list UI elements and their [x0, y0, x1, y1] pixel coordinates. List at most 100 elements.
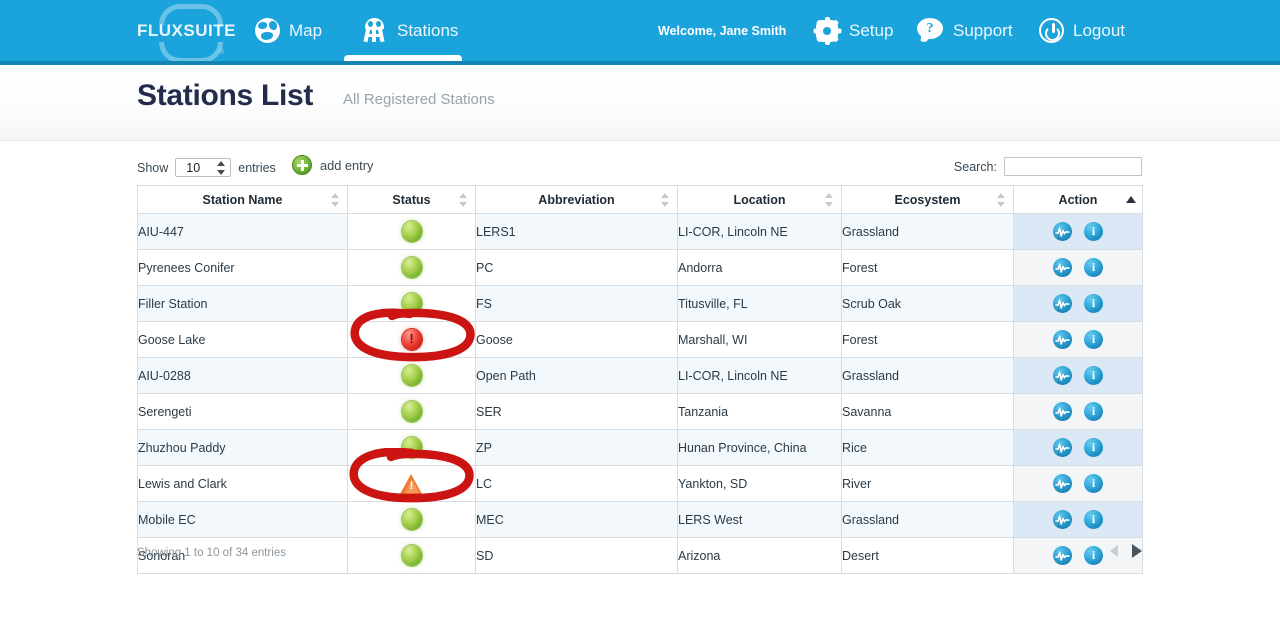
cell-abbreviation: ZP: [475, 429, 678, 466]
sort-arrows-icon: [331, 192, 340, 207]
fluxsuite-logo[interactable]: FLUXSUITE ®: [137, 2, 235, 63]
data-pulse-icon[interactable]: [1053, 330, 1072, 349]
info-icon[interactable]: i: [1084, 366, 1103, 385]
info-icon[interactable]: i: [1084, 510, 1103, 529]
status-ok-icon: [401, 509, 422, 530]
search-label: Search:: [953, 159, 997, 174]
sort-arrows-icon: [459, 192, 468, 207]
info-icon[interactable]: i: [1084, 438, 1103, 457]
info-icon[interactable]: i: [1084, 222, 1103, 241]
nav-item-setup[interactable]: Setup: [808, 0, 899, 61]
table-row[interactable]: AIU-0288 Open Path LI-COR, Lincoln NE Grass…: [137, 357, 1143, 394]
page-length-select[interactable]: 10: [175, 158, 232, 177]
data-pulse-icon[interactable]: [1053, 510, 1072, 529]
pagination-next-button[interactable]: [1132, 544, 1142, 558]
page-length-value: 10: [186, 160, 201, 175]
cell-ecosystem: Scrub Oak: [841, 285, 1014, 322]
data-pulse-icon[interactable]: [1053, 474, 1072, 493]
table-row[interactable]: Pyrenees Conifer PC Andorra Forest i: [137, 249, 1143, 286]
column-header-abbreviation[interactable]: Abbreviation: [475, 185, 678, 214]
cell-location: Yankton, SD: [677, 465, 842, 502]
sort-arrows-icon: [825, 192, 834, 207]
table-toolbar: Show 10 entries add entry Search:: [137, 155, 1142, 181]
cell-action: i: [1013, 393, 1143, 430]
cell-abbreviation: MEC: [475, 501, 678, 538]
cell-abbreviation: SER: [475, 393, 678, 430]
info-icon[interactable]: i: [1084, 402, 1103, 421]
column-label: Abbreviation: [538, 192, 615, 207]
status-ok-icon: [401, 293, 422, 314]
cell-ecosystem: Grassland: [841, 501, 1014, 538]
data-pulse-icon[interactable]: [1053, 438, 1072, 457]
nav-item-stations[interactable]: Stations: [355, 0, 464, 61]
nav-item-logout[interactable]: Logout: [1033, 0, 1131, 61]
cell-action: i: [1013, 249, 1143, 286]
table-row[interactable]: Lewis and Clark! LC Yankton, SD River i: [137, 465, 1143, 502]
cell-ecosystem: River: [841, 465, 1014, 502]
cell-station-name: AIU-447: [137, 213, 348, 250]
globe-icon: [255, 18, 280, 43]
nav-item-logout-label: Logout: [1073, 20, 1125, 40]
column-label: Ecosystem: [894, 192, 961, 207]
info-icon[interactable]: i: [1084, 330, 1103, 349]
search-control: Search:: [954, 157, 1142, 176]
power-icon: [1039, 18, 1064, 43]
table-row[interactable]: Filler Station FS Titusville, FL Scrub Oak i: [137, 285, 1143, 322]
nav-item-map[interactable]: Map: [249, 0, 328, 61]
add-entry-button[interactable]: add entry: [292, 155, 373, 175]
welcome-message: Welcome, Jane Smith: [658, 23, 787, 38]
logo-arc-bottom: [159, 42, 223, 63]
nav-item-setup-label: Setup: [849, 20, 894, 40]
cell-abbreviation: LERS1: [475, 213, 678, 250]
data-pulse-icon[interactable]: [1053, 366, 1072, 385]
cell-location: LERS West: [677, 501, 842, 538]
info-icon[interactable]: i: [1084, 474, 1103, 493]
question-mark-icon: ?: [917, 18, 944, 43]
table-info: Showing 1 to 10 of 34 entries: [137, 547, 286, 559]
data-pulse-icon[interactable]: [1053, 294, 1072, 313]
page-root: FLUXSUITE ® Map Stations Welcome, Jane S…: [0, 0, 1280, 640]
table-footer: Showing 1 to 10 of 34 entries: [137, 544, 1142, 568]
search-input[interactable]: [1004, 157, 1142, 176]
cell-action: i: [1013, 357, 1143, 394]
table-row[interactable]: Mobile EC MEC LERS West Grassland i: [137, 501, 1143, 538]
cell-location: LI-COR, Lincoln NE: [677, 213, 842, 250]
info-icon[interactable]: i: [1084, 294, 1103, 313]
cell-station-name: Filler Station: [137, 285, 348, 322]
sort-ascending-icon: [1126, 195, 1136, 204]
pagination-previous-button[interactable]: [1110, 545, 1118, 557]
column-label: Station Name: [202, 192, 283, 207]
cell-station-name: Zhuzhou Paddy: [137, 429, 348, 466]
stations-table: Station Name Status Abbreviation Locatio…: [137, 185, 1143, 574]
column-header-action[interactable]: Action: [1013, 185, 1143, 214]
table-row[interactable]: AIU-447 LERS1 LI-COR, Lincoln NE Grassland i: [137, 213, 1143, 250]
top-navigation-bar: FLUXSUITE ® Map Stations Welcome, Jane S…: [0, 0, 1280, 65]
cell-status: [347, 357, 476, 394]
page-length-control: Show 10 entries: [137, 158, 276, 177]
cell-status: [347, 249, 476, 286]
column-header-status[interactable]: Status: [347, 185, 476, 214]
column-header-ecosystem[interactable]: Ecosystem: [841, 185, 1014, 214]
cell-location: LI-COR, Lincoln NE: [677, 357, 842, 394]
sort-arrows-icon: [997, 192, 1006, 207]
table-row[interactable]: Serengeti SER Tanzania Savanna i: [137, 393, 1143, 430]
data-pulse-icon[interactable]: [1053, 222, 1072, 241]
nav-item-stations-label: Stations: [397, 20, 459, 40]
cell-location: Tanzania: [677, 393, 842, 430]
data-pulse-icon[interactable]: [1053, 258, 1072, 277]
data-pulse-icon[interactable]: [1053, 402, 1072, 421]
cell-abbreviation: Goose: [475, 321, 678, 358]
cell-status: !: [347, 321, 476, 358]
column-label: Location: [733, 192, 786, 207]
nav-item-support[interactable]: ? Support: [911, 0, 1019, 61]
column-header-station-name[interactable]: Station Name: [137, 185, 348, 214]
column-label: Action: [1058, 192, 1098, 207]
cell-action: i: [1013, 429, 1143, 466]
status-ok-icon: [401, 401, 422, 422]
table-row[interactable]: Goose Lake! Goose Marshall, WI Forest i: [137, 321, 1143, 358]
table-row[interactable]: Zhuzhou Paddy ZP Hunan Province, China Rice…: [137, 429, 1143, 466]
column-header-location[interactable]: Location: [677, 185, 842, 214]
info-icon[interactable]: i: [1084, 258, 1103, 277]
entries-label: entries: [238, 160, 276, 175]
sort-arrows-icon: [661, 192, 670, 207]
